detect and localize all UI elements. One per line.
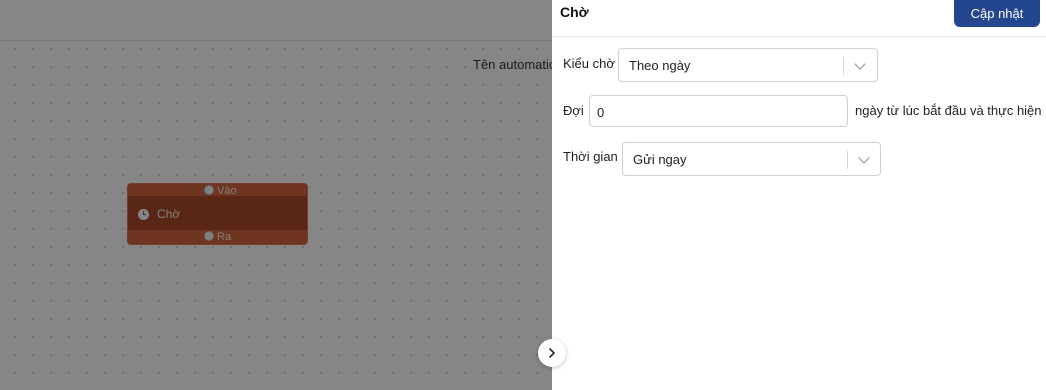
modal-backdrop[interactable] [0, 0, 552, 390]
node-settings-panel: Chờ Cập nhật Kiểu chờ Theo ngày Đợi 0 ng… [552, 0, 1046, 390]
select-separator [847, 151, 848, 169]
time-select[interactable]: Gửi ngay [622, 142, 881, 176]
chevron-down-icon [858, 157, 870, 164]
update-button[interactable]: Cập nhật [954, 0, 1040, 27]
wait-amount-suffix: ngày từ lúc bắt đầu và thực hiện [855, 103, 1042, 118]
chevron-right-icon [549, 348, 555, 358]
chevron-down-icon [854, 63, 866, 70]
collapse-panel-button[interactable] [538, 339, 566, 367]
wait-amount-value: 0 [597, 105, 605, 120]
wait-type-label: Kiểu chờ [563, 56, 615, 71]
panel-title: Chờ [560, 4, 589, 20]
time-value: Gửi ngay [633, 152, 687, 167]
wait-type-value: Theo ngày [629, 58, 691, 73]
time-label: Thời gian [563, 149, 618, 164]
wait-type-select[interactable]: Theo ngày [618, 48, 878, 82]
panel-header: Chờ Cập nhật [552, 0, 1046, 37]
wait-amount-input[interactable]: 0 [589, 95, 848, 127]
select-separator [843, 57, 844, 75]
wait-amount-label: Đợi [563, 103, 584, 118]
